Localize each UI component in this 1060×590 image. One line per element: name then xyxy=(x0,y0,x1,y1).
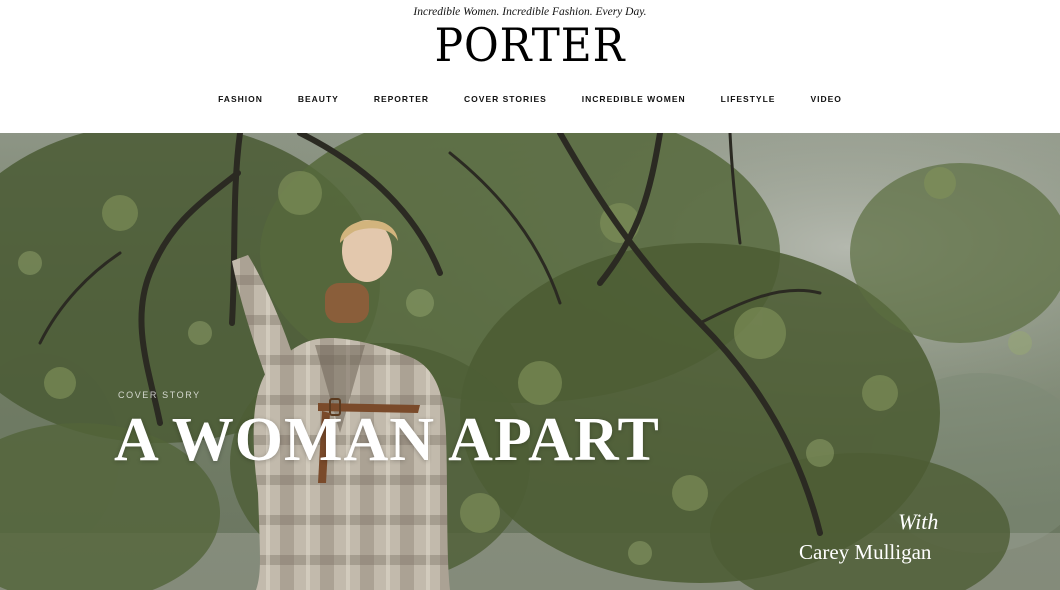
headline[interactable]: A WOMAN APART xyxy=(114,404,660,476)
cover-star-name[interactable]: Carey Mulligan xyxy=(799,540,931,565)
nav-item-cover-stories[interactable]: COVER STORIES xyxy=(464,92,547,106)
main-nav: FASHION BEAUTY REPORTER COVER STORIES IN… xyxy=(0,92,1060,106)
nav-item-lifestyle[interactable]: LIFESTYLE xyxy=(721,92,776,106)
site-tagline: Incredible Women. Incredible Fashion. Ev… xyxy=(413,6,647,18)
nav-item-reporter[interactable]: REPORTER xyxy=(374,92,429,106)
porter-logo[interactable]: PORTER xyxy=(42,18,1017,72)
nav-item-beauty[interactable]: BEAUTY xyxy=(298,92,339,106)
hero-banner[interactable]: COVER STORY A WOMAN APART With Carey Mul… xyxy=(0,133,1060,590)
site-header: Incredible Women. Incredible Fashion. Ev… xyxy=(0,0,1060,133)
nav-item-fashion[interactable]: FASHION xyxy=(218,92,263,106)
nav-item-video[interactable]: VIDEO xyxy=(810,92,841,106)
with-label: With xyxy=(898,509,939,534)
nav-item-incredible-women[interactable]: INCREDIBLE WOMEN xyxy=(582,92,686,106)
cover-story-label: COVER STORY xyxy=(118,390,201,400)
